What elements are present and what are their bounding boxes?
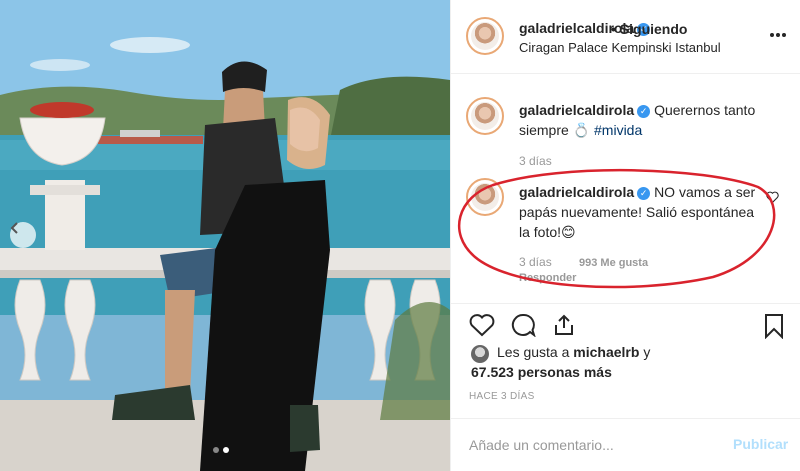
avatar[interactable] xyxy=(466,17,504,55)
action-bar xyxy=(451,303,800,343)
more-options-icon[interactable] xyxy=(769,22,787,43)
caption-text: galadrielcaldirola ✓ Querernos tanto siem… xyxy=(519,100,759,140)
chevron-left-icon xyxy=(10,222,18,234)
likes-count-link[interactable]: 67.523 personas más xyxy=(471,364,612,380)
heart-icon[interactable] xyxy=(469,313,495,342)
location-link[interactable]: Ciragan Palace Kempinski Istanbul xyxy=(519,40,721,55)
highlight-circle-annotation xyxy=(457,168,776,289)
follow-status-button[interactable]: • Siguiendo xyxy=(611,21,687,37)
post-date: HACE 3 DÍAS xyxy=(469,391,535,402)
caption-avatar[interactable] xyxy=(466,97,504,135)
carousel-dots xyxy=(213,447,229,453)
liker-avatar[interactable] xyxy=(471,345,489,363)
carousel-dot-active xyxy=(223,447,229,453)
likes-line: Les gusta a michaelrb y xyxy=(497,344,650,360)
carousel-dot xyxy=(213,447,219,453)
publish-button[interactable]: Publicar xyxy=(733,436,788,452)
carousel-prev-button[interactable] xyxy=(10,222,36,248)
liker-username[interactable]: michaelrb xyxy=(573,344,639,360)
photo-illustration xyxy=(0,0,450,471)
likes-connector: y xyxy=(643,344,651,360)
hashtag-link[interactable]: #mivida xyxy=(594,122,642,138)
add-comment-bar: Publicar xyxy=(451,418,800,471)
post-header: galadrielcaldirola ✓ • Siguiendo Ciragan … xyxy=(451,0,800,74)
bookmark-icon[interactable] xyxy=(763,313,785,344)
comment-icon[interactable] xyxy=(510,313,536,342)
caption-username[interactable]: galadrielcaldirola xyxy=(519,102,634,118)
post-photo[interactable] xyxy=(0,0,450,471)
share-icon[interactable] xyxy=(552,313,576,342)
verified-badge-icon: ✓ xyxy=(637,105,651,118)
likes-prefix: Les gusta a xyxy=(497,344,570,360)
comment-input[interactable] xyxy=(469,434,709,456)
